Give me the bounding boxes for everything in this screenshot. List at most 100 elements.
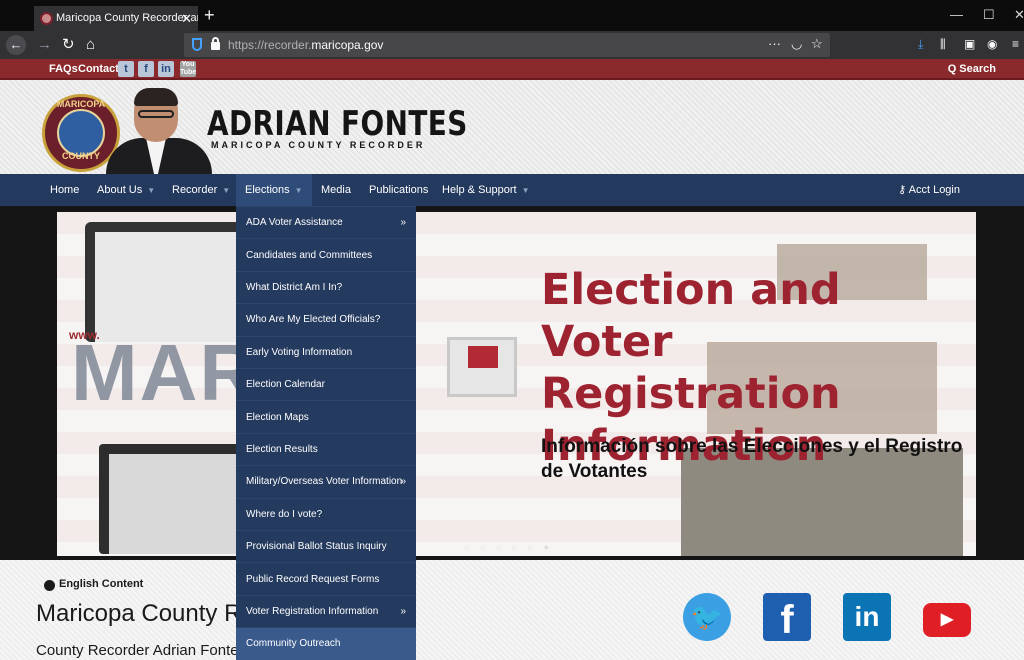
nav-label: Elections: [245, 184, 290, 196]
minimize-icon[interactable]: —: [950, 7, 963, 22]
page-subheading: County Recorder Adrian Fontes: [36, 642, 247, 659]
nav-media[interactable]: Media: [312, 174, 360, 206]
browser-toolbar: ← → ↻ ⌂ https://recorder.maricopa.gov ··…: [0, 31, 1024, 59]
nav-elections[interactable]: Elections ▼: [236, 174, 312, 206]
lock-icon[interactable]: [211, 37, 220, 50]
back-icon[interactable]: ←: [6, 35, 26, 55]
nav-label: About Us: [97, 184, 143, 196]
chevron-down-icon: ▼: [294, 186, 303, 195]
seal-center: [57, 109, 105, 157]
portrait-hair: [134, 88, 178, 106]
nav-recorder[interactable]: Recorder ▼: [163, 174, 239, 206]
site-header: MARICOPA COUNTY ADRIAN FONTES MARICOPA C…: [0, 80, 1024, 174]
dropdown-item[interactable]: Election Maps: [236, 400, 416, 432]
dropdown-item[interactable]: Military/Overseas Voter Information»: [236, 465, 416, 497]
dropdown-item-label: Public Record Request Forms: [246, 573, 380, 585]
account-icon[interactable]: ◉: [987, 37, 997, 51]
nav-label: Recorder: [172, 184, 218, 196]
site-utility-bar: FAQs Contact t f in You Tube Q Search: [0, 59, 1024, 80]
dropdown-item[interactable]: Election Results: [236, 432, 416, 465]
library-icon[interactable]: ⫼: [940, 37, 946, 52]
chevron-down-icon: ▼: [222, 186, 231, 195]
search-link[interactable]: Q Search: [948, 63, 996, 75]
chevron-down-icon: ▼: [147, 186, 156, 195]
dropdown-item-label: Election Maps: [246, 411, 309, 423]
language-toggle[interactable]: English Content: [59, 578, 143, 590]
slider-dots[interactable]: ○ ○ ○ ○ ○ ●: [464, 542, 553, 552]
hero-slide[interactable]: www. MARICO Election and Voter Registrat…: [57, 212, 976, 556]
main-navigation: Home About Us ▼ Recorder ▼ Elections ▼ Medi…: [0, 174, 1024, 206]
dropdown-item[interactable]: Provisional Ballot Status Inquiry: [236, 530, 416, 562]
dropdown-item[interactable]: Public Record Request Forms: [236, 562, 416, 594]
nav-label: Help & Support: [442, 184, 517, 196]
dropdown-item[interactable]: Who Are My Elected Officials?: [236, 303, 416, 335]
new-tab-icon[interactable]: +: [204, 5, 215, 25]
nav-about-us[interactable]: About Us ▼: [88, 174, 164, 206]
ballot-check-icon: [468, 346, 498, 368]
linkedin-icon[interactable]: in: [158, 61, 174, 77]
dropdown-item[interactable]: ADA Voter Assistance »: [236, 206, 416, 238]
dropdown-item[interactable]: Election Calendar: [236, 368, 416, 400]
nav-label: Media: [321, 184, 351, 196]
language-radio-icon[interactable]: [44, 580, 55, 591]
dropdown-item[interactable]: Candidates and Committees: [236, 238, 416, 270]
portrait-glasses: [138, 110, 174, 118]
dropdown-item[interactable]: Early Voting Information: [236, 335, 416, 368]
youtube-icon[interactable]: ▶: [923, 603, 971, 637]
seal-bottom-text: COUNTY: [62, 151, 100, 161]
facebook-icon[interactable]: f: [763, 593, 811, 642]
browser-tab[interactable]: Maricopa County Recorder and ✕: [34, 6, 198, 31]
pocket-icon[interactable]: ◡: [791, 36, 802, 52]
nav-publications[interactable]: Publications: [360, 174, 437, 206]
bookmark-star-icon[interactable]: ☆: [811, 36, 823, 52]
twitter-icon[interactable]: t: [118, 61, 134, 77]
dropdown-item-label: Military/Overseas Voter Information: [246, 476, 403, 488]
key-icon: ⚷: [898, 184, 909, 196]
twitter-icon[interactable]: 🐦: [683, 593, 731, 641]
seal-top-text: MARICOPA: [56, 99, 106, 109]
reload-icon[interactable]: ↻: [62, 35, 75, 55]
dropdown-item-label: Election Results: [246, 443, 318, 455]
dropdown-item-label: Candidates and Committees: [246, 249, 373, 261]
chevron-down-icon: ▼: [521, 186, 530, 195]
browser-tab-bar: Maricopa County Recorder and ✕ + — ☐ ✕: [0, 0, 1024, 31]
dropdown-item-label: Community Outreach: [246, 638, 341, 650]
nav-label: Home: [50, 184, 80, 196]
nav-help-support[interactable]: Help & Support ▼: [433, 174, 539, 206]
menu-icon[interactable]: ≡: [1012, 37, 1019, 51]
forward-icon: →: [37, 36, 52, 53]
faqs-link[interactable]: FAQs: [49, 63, 78, 75]
dropdown-item[interactable]: Community Outreach: [236, 627, 416, 660]
tab-close-icon[interactable]: ✕: [181, 6, 192, 31]
url-text[interactable]: https://recorder.maricopa.gov: [228, 33, 383, 57]
elections-dropdown-menu: ADA Voter Assistance » Candidates and Comm…: [236, 206, 416, 660]
nav-home[interactable]: Home: [41, 174, 88, 206]
dropdown-item-label: What District Am I In?: [246, 281, 343, 293]
dropdown-item[interactable]: Where do I vote?: [236, 497, 416, 530]
dropdown-item[interactable]: Voter Registration Information »: [236, 594, 416, 627]
linkedin-icon[interactable]: in: [843, 593, 891, 641]
sidebar-icon[interactable]: ▣: [964, 37, 975, 51]
url-bar[interactable]: https://recorder.maricopa.gov ··· ◡ ☆: [184, 33, 830, 57]
tab-title: Maricopa County Recorder and: [56, 12, 198, 24]
download-icon[interactable]: ⤓: [918, 37, 923, 52]
facebook-icon[interactable]: f: [138, 61, 154, 77]
dropdown-item-label: Voter Registration Information: [246, 605, 379, 617]
content-area: English Content Maricopa County Re Count…: [0, 560, 1024, 660]
dropdown-item-label: Who Are My Elected Officials?: [246, 314, 381, 326]
contact-link[interactable]: Contact: [78, 63, 119, 75]
dropdown-item[interactable]: What District Am I In?: [236, 270, 416, 303]
acct-login-link[interactable]: ⚷ Acct Login: [898, 174, 960, 206]
submenu-arrow-icon: »: [400, 476, 406, 488]
window-close-icon[interactable]: ✕: [1014, 7, 1024, 23]
acct-login-label: Acct Login: [908, 184, 960, 196]
youtube-icon[interactable]: You Tube: [180, 61, 196, 77]
home-icon[interactable]: ⌂: [86, 35, 95, 55]
site-favicon-icon: [40, 12, 53, 25]
maximize-icon[interactable]: ☐: [983, 7, 995, 23]
brand-name[interactable]: ADRIAN FONTES: [207, 104, 468, 144]
recorder-portrait: [104, 86, 214, 174]
page-actions-icon[interactable]: ···: [768, 36, 781, 51]
tracking-shield-icon[interactable]: [192, 38, 202, 51]
slide-subtitle: Información sobre las Elecciones y el Re…: [541, 436, 963, 482]
